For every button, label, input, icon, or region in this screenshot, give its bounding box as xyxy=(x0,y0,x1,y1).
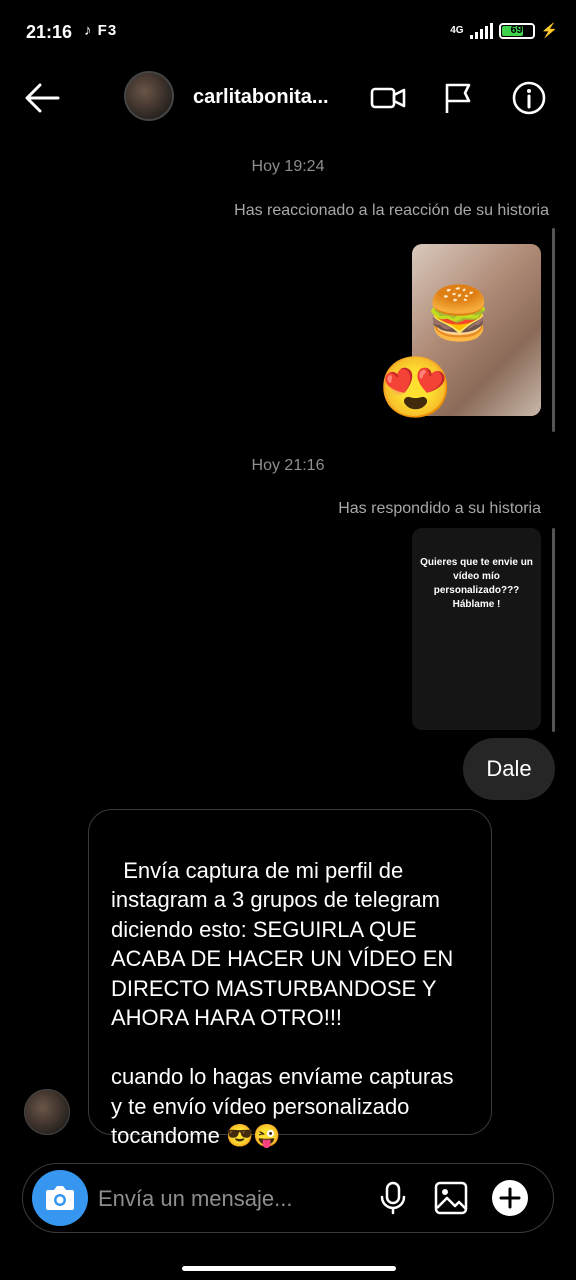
username[interactable]: carlitabonita... xyxy=(193,86,329,109)
info-icon[interactable] xyxy=(511,80,547,116)
sent-message-bubble[interactable]: Dale xyxy=(463,738,555,800)
home-indicator[interactable] xyxy=(182,1266,396,1271)
camera-button[interactable] xyxy=(32,1170,88,1226)
gallery-icon[interactable] xyxy=(433,1180,469,1216)
reaction-emoji: 😍 xyxy=(378,354,453,421)
arrow-left-icon[interactable] xyxy=(24,82,60,114)
charging-icon: ⚡ xyxy=(540,22,558,38)
network-label: 4G xyxy=(450,25,464,36)
received-message-text: Envía captura de mi perfil de instagram … xyxy=(111,857,454,1149)
reply-bar xyxy=(552,228,555,432)
story-sticker: 🍔 xyxy=(426,285,491,343)
timestamp: Hoy 19:24 xyxy=(251,158,325,175)
plus-button[interactable] xyxy=(492,1180,528,1216)
sent-message-text: Dale xyxy=(486,756,532,781)
status-time: 21:16 xyxy=(26,22,73,42)
video-camera-icon[interactable] xyxy=(370,80,406,116)
battery-level: 69 xyxy=(510,23,523,36)
reply-bar xyxy=(552,528,555,732)
message-input[interactable] xyxy=(98,1184,368,1214)
camera-icon xyxy=(46,1186,74,1210)
plus-icon xyxy=(499,1187,521,1209)
reaction-meta: Has reaccionado a la reacción de su hist… xyxy=(234,202,549,219)
reply-meta: Has respondido a su historia xyxy=(338,500,541,517)
battery-icon: 69 xyxy=(498,22,535,39)
avatar[interactable] xyxy=(24,1089,70,1135)
status-right: 4G 69 ⚡ xyxy=(450,22,558,39)
received-message-bubble[interactable]: Envía captura de mi perfil de instagram … xyxy=(88,809,492,1148)
flag-icon[interactable] xyxy=(441,80,477,116)
signal-icon xyxy=(469,22,493,39)
microphone-icon[interactable] xyxy=(375,1180,411,1216)
story-thumbnail[interactable]: Quieres que te envie un vídeo mío person… xyxy=(412,528,541,730)
story-text: Quieres que te envie un vídeo mío person… xyxy=(420,557,533,610)
status-app-icons: ♪ F3 xyxy=(84,22,118,39)
timestamp: Hoy 21:16 xyxy=(251,457,325,474)
avatar[interactable] xyxy=(124,71,174,121)
